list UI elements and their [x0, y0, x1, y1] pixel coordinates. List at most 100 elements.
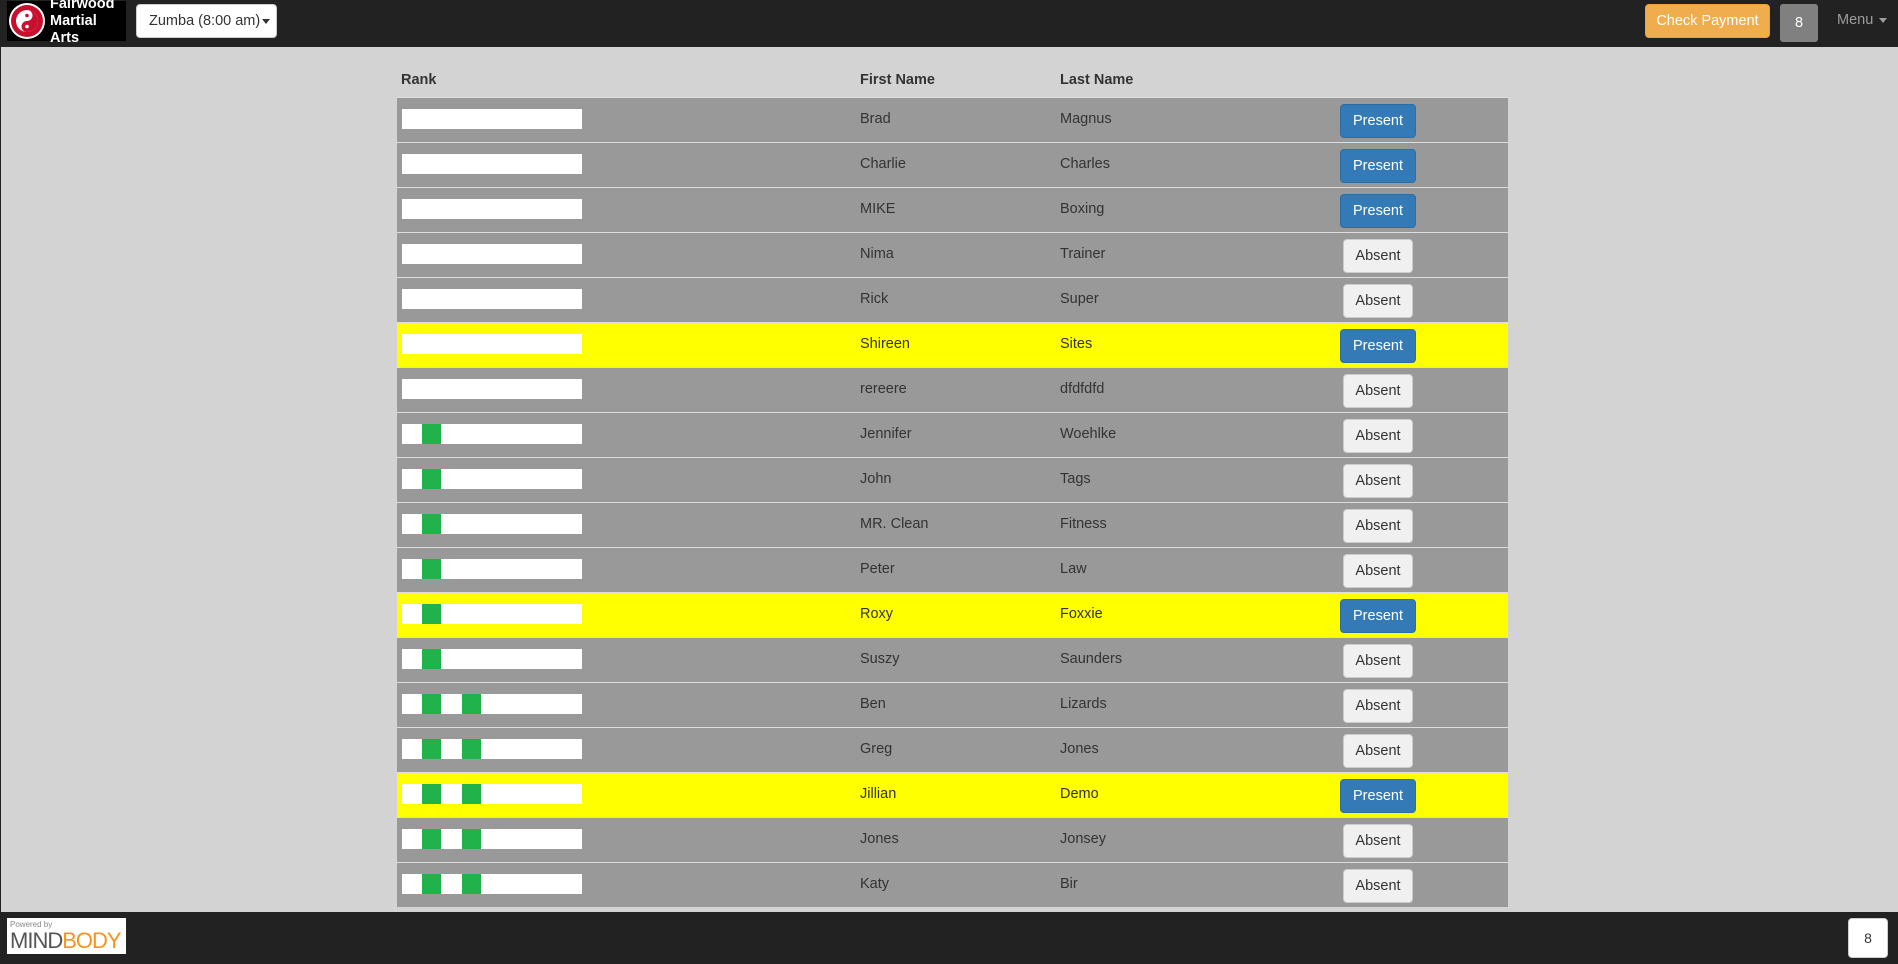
fairwood-logo[interactable]: Fairwood Martial Arts [7, 0, 126, 46]
class-select-dropdown[interactable]: Zumba (8:00 am) [136, 4, 277, 38]
first-name-cell: MR. Clean [860, 516, 929, 532]
rank-stripe [422, 784, 441, 804]
class-select-value: Zumba (8:00 am) [149, 13, 261, 29]
mindbody-mind-text: MIND [10, 928, 63, 953]
first-name-cell: Suszy [860, 651, 900, 667]
absent-button[interactable]: Absent [1343, 239, 1413, 273]
first-name-cell: rereere [860, 381, 907, 397]
last-name-cell: Bir [1060, 876, 1078, 892]
first-name-cell: Ben [860, 696, 886, 712]
rank-stripe [422, 559, 441, 579]
table-row: MIKE Boxing Present [397, 187, 1508, 232]
first-name-cell: Greg [860, 741, 893, 757]
rank-belt [402, 559, 582, 579]
table-row: Suszy Saunders Absent [397, 637, 1508, 682]
absent-button[interactable]: Absent [1343, 644, 1413, 678]
present-button[interactable]: Present [1340, 194, 1416, 228]
rank-belt [402, 244, 582, 264]
present-button[interactable]: Present [1340, 104, 1416, 138]
footer-count-badge[interactable]: 8 [1848, 918, 1888, 958]
menu-dropdown[interactable]: Menu [1837, 12, 1888, 28]
mindbody-logo[interactable]: Powered by MINDBODY [7, 918, 126, 954]
absent-button[interactable]: Absent [1343, 419, 1413, 453]
rank-column-header: Rank [401, 72, 437, 88]
rank-belt [402, 739, 582, 759]
table-row: Shireen Sites Present [397, 322, 1508, 367]
chevron-down-icon [1879, 17, 1888, 23]
first-name-cell: Nima [860, 246, 894, 262]
absent-button[interactable]: Absent [1343, 509, 1413, 543]
rank-belt [402, 514, 582, 534]
present-button[interactable]: Present [1340, 779, 1416, 813]
last-name-cell: Lizards [1060, 696, 1107, 712]
last-name-cell: Trainer [1060, 246, 1106, 262]
rank-stripe [422, 649, 441, 669]
absent-button[interactable]: Absent [1343, 284, 1413, 318]
rank-stripe [422, 604, 441, 624]
last-name-cell: dfdfdfd [1060, 381, 1105, 397]
last-name-cell: Demo [1060, 786, 1099, 802]
absent-button[interactable]: Absent [1343, 689, 1413, 723]
logo-text: Fairwood Martial Arts [50, 0, 126, 47]
absent-button[interactable]: Absent [1343, 869, 1413, 903]
rank-belt [402, 784, 582, 804]
last-name-cell: Jonsey [1060, 831, 1106, 847]
rank-stripe [462, 829, 481, 849]
last-name-cell: Boxing [1060, 201, 1105, 217]
last-name-cell: Saunders [1060, 651, 1123, 667]
first-name-cell: Charlie [860, 156, 906, 172]
table-row: Greg Jones Absent [397, 727, 1508, 772]
table-body: Brad Magnus Present Charlie Charles Present MI… [397, 97, 1508, 907]
table-row: rereere dfdfdfd Absent [397, 367, 1508, 412]
rank-stripe [422, 694, 441, 714]
present-button[interactable]: Present [1340, 329, 1416, 363]
first-name-cell: Rick [860, 291, 889, 307]
rank-stripe [462, 694, 481, 714]
attendance-table: Rank First Name Last Name Brad Magnus Pres… [397, 60, 1508, 907]
absent-button[interactable]: Absent [1343, 734, 1413, 768]
mindbody-wordmark: MINDBODY [10, 928, 122, 954]
first-name-column-header: First Name [860, 72, 935, 88]
attendance-count-badge[interactable]: 8 [1780, 4, 1818, 42]
rank-belt [402, 199, 582, 219]
absent-button[interactable]: Absent [1343, 554, 1413, 588]
rank-belt [402, 334, 582, 354]
table-row: John Tags Absent [397, 457, 1508, 502]
rank-belt [402, 154, 582, 174]
table-row: Nima Trainer Absent [397, 232, 1508, 277]
rank-stripe [462, 874, 481, 894]
rank-belt [402, 604, 582, 624]
present-button[interactable]: Present [1340, 599, 1416, 633]
last-name-cell: Super [1060, 291, 1099, 307]
table-row: Jennifer Woehlke Absent [397, 412, 1508, 457]
first-name-cell: Roxy [860, 606, 894, 622]
table-row: Jones Jonsey Absent [397, 817, 1508, 862]
first-name-cell: Jones [860, 831, 899, 847]
rank-belt [402, 874, 582, 894]
absent-button[interactable]: Absent [1343, 464, 1413, 498]
rank-stripe [422, 874, 441, 894]
last-name-cell: Woehlke [1060, 426, 1117, 442]
present-button[interactable]: Present [1340, 149, 1416, 183]
last-name-cell: Law [1060, 561, 1087, 577]
absent-button[interactable]: Absent [1343, 824, 1413, 858]
last-name-column-header: Last Name [1060, 72, 1134, 88]
table-row: MR. Clean Fitness Absent [397, 502, 1508, 547]
mindbody-body-text: BODY [62, 928, 121, 953]
menu-label: Menu [1837, 12, 1874, 28]
last-name-cell: Fitness [1060, 516, 1107, 532]
first-name-cell: Peter [860, 561, 895, 577]
rank-belt [402, 379, 582, 399]
rank-belt [402, 289, 582, 309]
rank-belt [402, 109, 582, 129]
absent-button[interactable]: Absent [1343, 374, 1413, 408]
table-row: Jillian Demo Present [397, 772, 1508, 817]
check-payment-button[interactable]: Check Payment [1645, 4, 1770, 38]
rank-stripe [462, 784, 481, 804]
rank-belt [402, 469, 582, 489]
first-name-cell: Shireen [860, 336, 910, 352]
table-row: Charlie Charles Present [397, 142, 1508, 187]
table-row: Ben Lizards Absent [397, 682, 1508, 727]
rank-stripe [462, 739, 481, 759]
rank-belt [402, 829, 582, 849]
